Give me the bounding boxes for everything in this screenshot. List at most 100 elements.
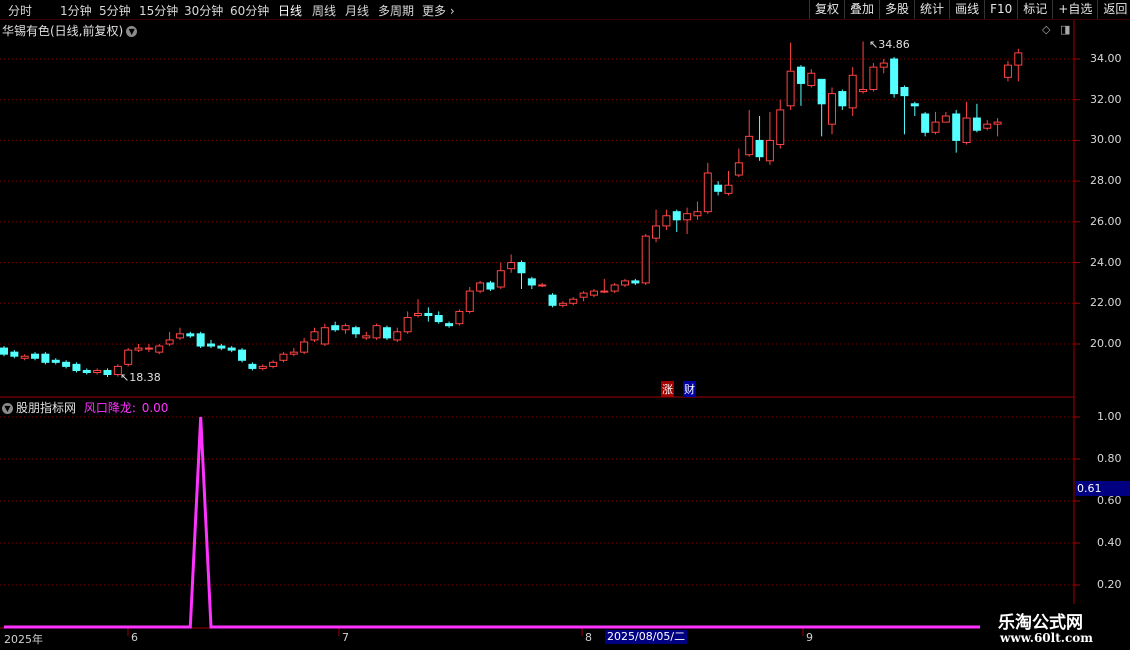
candle-down: [672, 211, 681, 221]
candle-up: [362, 335, 371, 339]
rise-marker[interactable]: 涨: [661, 381, 674, 397]
candle-up: [569, 298, 578, 304]
candle-down: [103, 369, 112, 376]
candle-down: [196, 333, 205, 347]
candle-up: [1003, 64, 1012, 78]
candle-up: [393, 331, 402, 341]
candle-up: [310, 331, 319, 341]
high-price-value: 34.86: [878, 38, 910, 51]
candle-up: [165, 339, 174, 345]
candle-down: [434, 315, 443, 323]
candle-down: [796, 66, 805, 84]
date-label: 7: [342, 631, 349, 644]
candle-up: [962, 117, 971, 143]
candle-up: [859, 89, 868, 93]
window-maximize-icon[interactable]: ◨: [1060, 23, 1070, 36]
candle-down: [72, 363, 81, 371]
cursor-date-badge: 2025/08/05/二: [605, 630, 688, 644]
chart-title[interactable]: 华锡有色(日线,前复权) ▼: [2, 22, 138, 39]
candle-up: [372, 325, 381, 339]
finance-marker[interactable]: 财: [683, 381, 696, 397]
candle-up: [269, 361, 278, 367]
candle-layer: [0, 41, 1023, 377]
candle-down: [910, 103, 919, 107]
candle-up: [621, 280, 629, 286]
price-tick: 32.00: [1090, 93, 1122, 106]
watermark-url: www.60lt.com: [1000, 631, 1093, 645]
price-tick: 30.00: [1090, 133, 1122, 146]
candle-up: [983, 123, 992, 129]
candle-up: [662, 215, 671, 227]
candle-up: [579, 292, 588, 298]
candle-up: [20, 355, 29, 359]
candle-up: [652, 225, 661, 239]
indicator-tick: 0.20: [1097, 578, 1122, 591]
candle-down: [248, 363, 257, 369]
candle-up: [869, 66, 878, 91]
candle-up: [786, 70, 795, 107]
candle-up: [155, 345, 164, 353]
indicator-value: 0.00: [141, 401, 169, 415]
candle-up: [134, 347, 143, 351]
pointer-icon: ↖: [120, 371, 130, 384]
candle-up: [144, 347, 153, 350]
candle-down: [31, 353, 40, 359]
candle-down: [186, 333, 195, 337]
candle-down: [82, 369, 91, 374]
price-tick: 26.00: [1090, 215, 1122, 228]
candle-up: [1014, 52, 1023, 66]
candle-up: [703, 172, 712, 213]
candle-down: [217, 345, 226, 349]
candle-down: [238, 349, 247, 361]
candle-down: [921, 113, 930, 133]
watermark-title: 乐淘公式网: [998, 613, 1083, 633]
candle-down: [207, 343, 215, 347]
candle-up: [776, 109, 785, 146]
candle-up: [124, 349, 133, 365]
candle-up: [341, 325, 350, 331]
chevron-down-icon[interactable]: ▼: [2, 403, 13, 414]
candle-down: [755, 139, 764, 158]
indicator-line: [4, 416, 1019, 629]
candle-up: [693, 211, 702, 217]
candle-up: [745, 135, 754, 156]
candle-up: [538, 284, 547, 287]
candle-down: [900, 87, 909, 97]
indicator-title: ▼ 股朋指标网 风口降龙: 0.00: [2, 399, 168, 416]
indicator-layer: [4, 416, 1019, 629]
candle-up: [931, 121, 940, 133]
candle-down: [10, 351, 19, 357]
grid-layer: [0, 20, 1080, 636]
chevron-down-icon[interactable]: ▼: [126, 26, 138, 37]
candle-down: [838, 91, 847, 107]
indicator-name: 风口降龙:: [83, 401, 136, 415]
candle-down: [62, 361, 71, 367]
candle-up: [807, 72, 816, 86]
candle-down: [548, 294, 557, 306]
candle-up: [993, 121, 1002, 125]
candle-up: [93, 369, 102, 374]
indicator-tick: 0.40: [1097, 536, 1122, 549]
date-label: 2025年: [4, 633, 43, 646]
diamond-icon[interactable]: ◇: [1042, 23, 1050, 36]
candle-down: [41, 353, 50, 363]
candle-up: [600, 290, 609, 293]
candle-down: [445, 323, 454, 327]
date-label: 8: [585, 631, 592, 644]
low-price-value: 18.38: [129, 371, 161, 384]
candle-down: [714, 184, 723, 192]
date-label: 6: [131, 631, 138, 644]
cursor-value-badge: 0.61: [1075, 481, 1130, 496]
price-tick: 20.00: [1090, 337, 1122, 350]
candle-up: [300, 341, 309, 353]
candle-up: [175, 333, 184, 339]
price-tick: 34.00: [1090, 52, 1122, 65]
candle-up: [589, 290, 598, 296]
indicator-tick: 0.80: [1097, 452, 1122, 465]
candle-up: [879, 62, 888, 68]
candle-down: [0, 347, 8, 355]
indicator-source: 股朋指标网: [16, 401, 77, 415]
price-tick: 28.00: [1090, 174, 1122, 187]
candle-up: [455, 310, 464, 325]
pointer-icon: ↖: [869, 38, 879, 51]
